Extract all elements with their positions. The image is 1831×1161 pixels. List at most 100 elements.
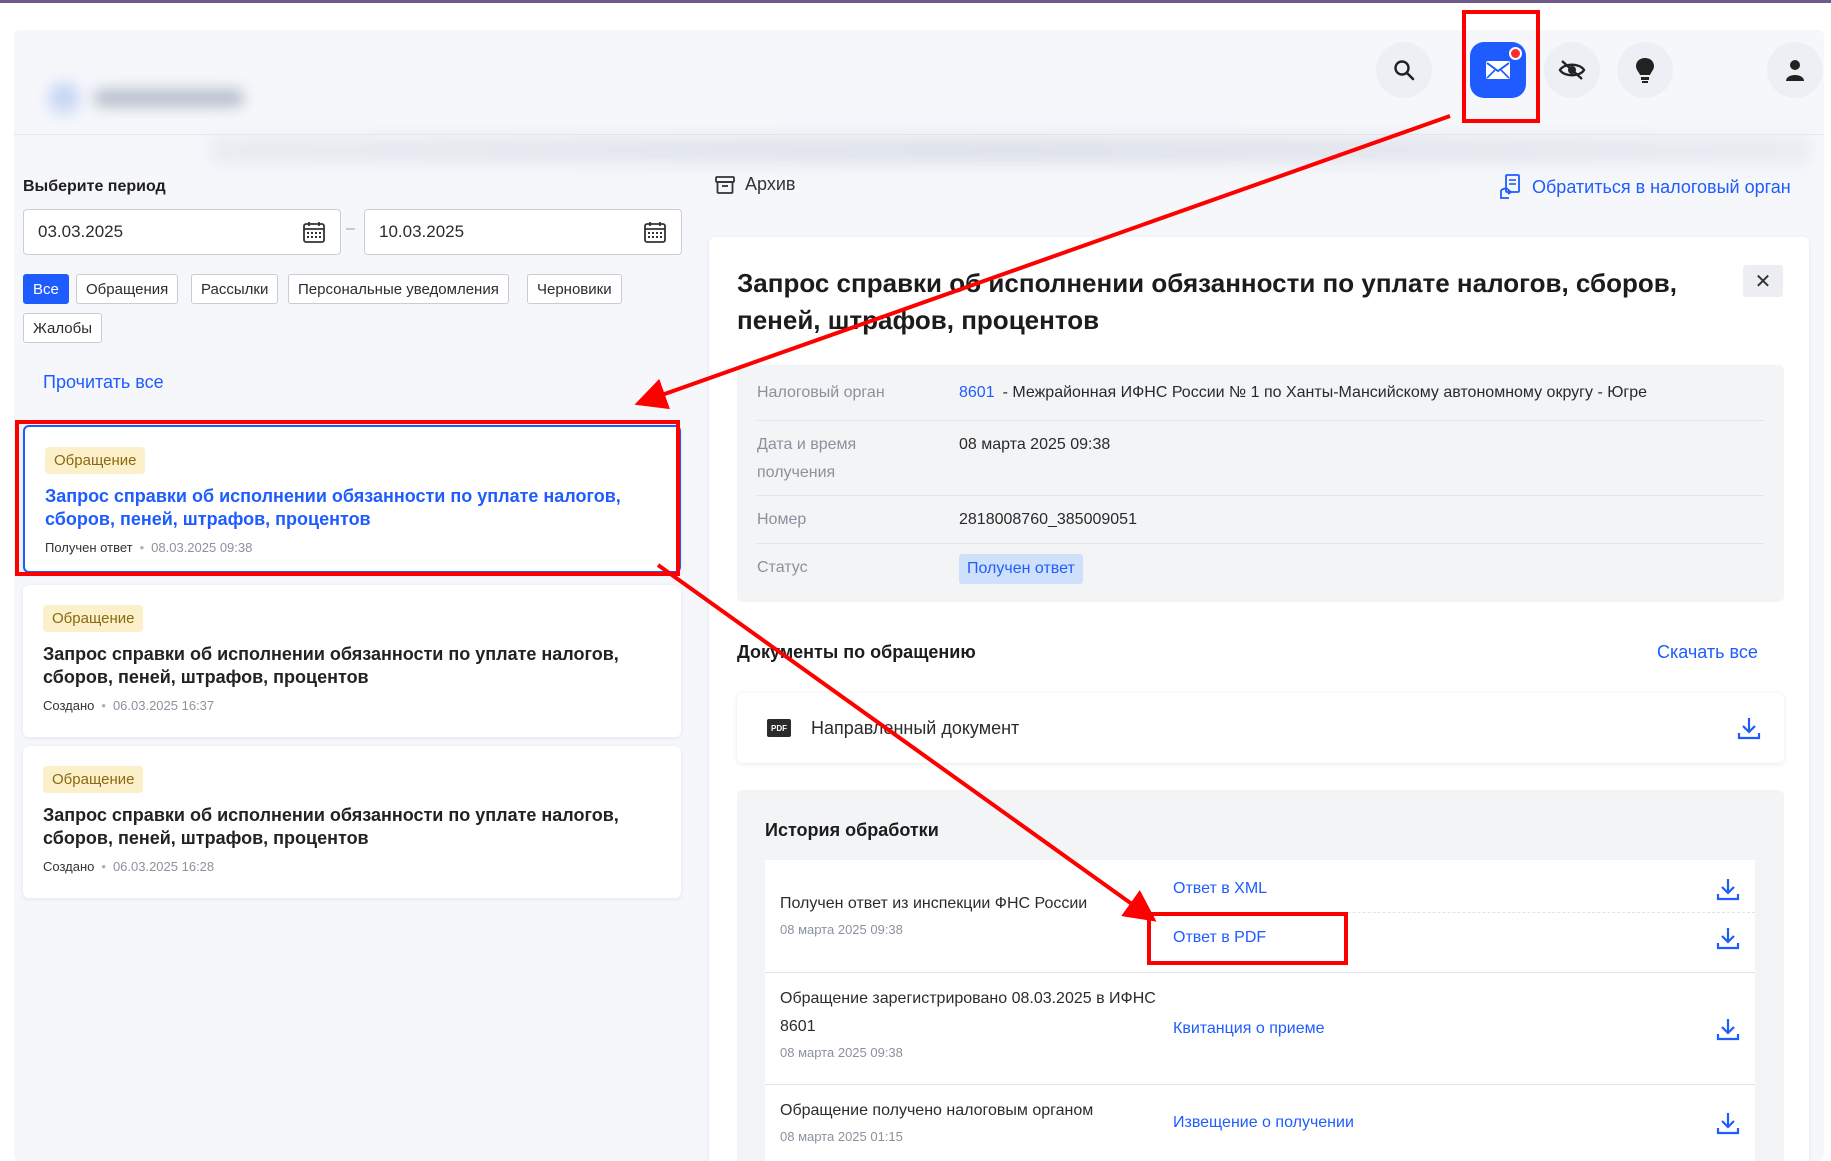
history-time: 08 марта 2025 01:15 (780, 1129, 903, 1144)
detail-title: Запрос справки об исполнении обязанности… (737, 268, 1677, 335)
message-status: Получен ответ (45, 540, 133, 555)
date-range-separator: – (346, 220, 355, 237)
xml-answer-link[interactable]: Ответ в XML (1173, 880, 1267, 898)
history-event: Обращение получено налоговым органом (780, 1102, 1094, 1119)
contact-tax-authority-link[interactable]: Обратиться в налоговый орган (1500, 174, 1791, 200)
window-top-border (0, 0, 1831, 3)
status-badge: Получен ответ (959, 554, 1083, 584)
date-from-field[interactable]: 03.03.2025 (23, 209, 341, 255)
download-icon[interactable] (1715, 876, 1741, 902)
receipt-link[interactable]: Квитанция о приеме (1173, 1020, 1325, 1038)
contact-label: Обратиться в налоговый орган (1532, 176, 1791, 197)
archive-icon (715, 175, 735, 194)
message-status: Создано (43, 859, 95, 874)
message-card[interactable]: Обращение Запрос справки об исполнении о… (23, 585, 681, 737)
category-badge: Обращение (43, 605, 144, 632)
filter-chip-drafts[interactable]: Черновики (527, 274, 622, 304)
info-row-tax-authority: Налоговый орган 8601 - Межрайонная ИФНС Р… (757, 365, 1764, 421)
message-meta: Создано • 06.03.2025 16:37 (43, 698, 215, 713)
message-title: Запрос справки об исполнении обязанности… (43, 805, 619, 848)
history-row: Получен ответ из инспекции ФНС России 08… (765, 860, 1755, 973)
archive-button[interactable]: Архив (715, 174, 795, 195)
visibility-button[interactable] (1544, 42, 1600, 98)
filter-chip-requests[interactable]: Обращения (76, 274, 179, 304)
header-divider (14, 134, 1824, 135)
info-label: Номер (757, 511, 807, 528)
info-value: 8601 - Межрайонная ИФНС России № 1 по Хан… (959, 379, 1647, 420)
history-heading: История обработки (765, 820, 939, 840)
history-row: Обращение получено налоговым органом 08 … (765, 1085, 1755, 1161)
history-link-row: Ответ в PDF (1173, 913, 1755, 961)
history-section: История обработки Получен ответ из инспе… (737, 790, 1784, 1161)
document-row[interactable]: PDF Направленный документ (737, 693, 1784, 763)
history-row: Обращение зарегистрировано 08.03.2025 в … (765, 973, 1755, 1085)
info-label: Налоговый орган (757, 384, 885, 401)
search-button[interactable] (1376, 42, 1432, 98)
notification-dot (1509, 47, 1522, 60)
calendar-icon[interactable] (302, 220, 326, 244)
detail-panel: Запрос справки об исполнении обязанности… (709, 237, 1809, 1161)
search-icon (1394, 60, 1415, 81)
mail-icon (1486, 61, 1510, 79)
category-badge: Обращение (43, 766, 144, 793)
download-all-link[interactable]: Скачать все (1657, 642, 1758, 663)
messages-button[interactable] (1470, 42, 1526, 98)
category-badge: Обращение (45, 447, 146, 474)
filter-chip-all[interactable]: Все (23, 274, 69, 304)
info-row-date: Дата и время получения 08 марта 2025 09:… (757, 421, 1764, 496)
message-status: Создано (43, 698, 95, 713)
info-row-status: Статус Получен ответ (757, 544, 1764, 600)
pdf-answer-link[interactable]: Ответ в PDF (1173, 929, 1266, 947)
info-label: Статус (757, 559, 808, 576)
filter-chip-complaints[interactable]: Жалобы (23, 313, 102, 343)
message-title: Запрос справки об исполнении обязанности… (45, 486, 621, 529)
message-title: Запрос справки об исполнении обязанности… (43, 644, 619, 687)
period-label: Выберите период (23, 178, 166, 195)
history-time: 08 марта 2025 09:38 (780, 1045, 903, 1060)
calendar-icon[interactable] (643, 220, 667, 244)
history-link-row: Квитанция о приеме (1173, 973, 1755, 1085)
history-event: Получен ответ из инспекции ФНС России (780, 895, 1088, 912)
info-row-number: Номер 2818008760_385009051 (757, 496, 1764, 544)
archive-label: Архив (745, 174, 796, 194)
info-value: 08 марта 2025 09:38 (959, 436, 1111, 453)
download-icon[interactable] (1715, 1016, 1741, 1042)
message-time: 06.03.2025 16:37 (112, 698, 215, 713)
date-from-value: 03.03.2025 (38, 222, 124, 241)
date-to-value: 10.03.2025 (379, 222, 465, 241)
message-card[interactable]: Обращение Запрос справки об исполнении о… (23, 425, 681, 573)
download-icon[interactable] (1715, 1110, 1741, 1136)
message-card[interactable]: Обращение Запрос справки об исполнении о… (23, 746, 681, 898)
blurred-navigation (210, 136, 1810, 164)
tax-authority-name: - Межрайонная ИФНС России № 1 по Ханты-М… (1002, 384, 1648, 401)
filter-chip-mailings[interactable]: Рассылки (191, 274, 279, 304)
pdf-file-icon: PDF (767, 719, 791, 737)
document-hand-icon (1500, 174, 1520, 199)
profile-button[interactable] (1767, 42, 1823, 98)
lightbulb-icon (1636, 58, 1654, 83)
info-value: 2818008760_385009051 (959, 511, 1137, 528)
date-to-field[interactable]: 10.03.2025 (364, 209, 682, 255)
eye-off-icon (1558, 60, 1586, 80)
document-name: Направленный документ (811, 717, 1020, 738)
message-meta: Получен ответ • 08.03.2025 09:38 (45, 540, 253, 555)
documents-heading: Документы по обращению (737, 642, 976, 662)
message-meta: Создано • 06.03.2025 16:28 (43, 859, 215, 874)
info-label: Дата и время получения (757, 436, 857, 481)
message-time: 08.03.2025 09:38 (151, 540, 253, 555)
read-all-link[interactable]: Прочитать все (43, 372, 164, 393)
message-time: 06.03.2025 16:28 (112, 859, 215, 874)
history-event: Обращение зарегистрировано 08.03.2025 в … (780, 990, 1156, 1035)
user-icon (1786, 60, 1804, 81)
download-icon[interactable] (1736, 715, 1762, 741)
info-value: Получен ответ (959, 554, 1083, 600)
blurred-logo (48, 78, 258, 118)
tips-button[interactable] (1617, 42, 1673, 98)
notice-link[interactable]: Извещение о получении (1173, 1114, 1354, 1132)
tax-authority-code-link[interactable]: 8601 (959, 384, 995, 401)
info-box: Налоговый орган 8601 - Межрайонная ИФНС Р… (737, 365, 1784, 602)
close-button[interactable]: ✕ (1743, 265, 1783, 297)
download-icon[interactable] (1715, 925, 1741, 951)
history-time: 08 марта 2025 09:38 (780, 922, 903, 937)
filter-chip-notifications[interactable]: Персональные уведомления (288, 274, 509, 304)
